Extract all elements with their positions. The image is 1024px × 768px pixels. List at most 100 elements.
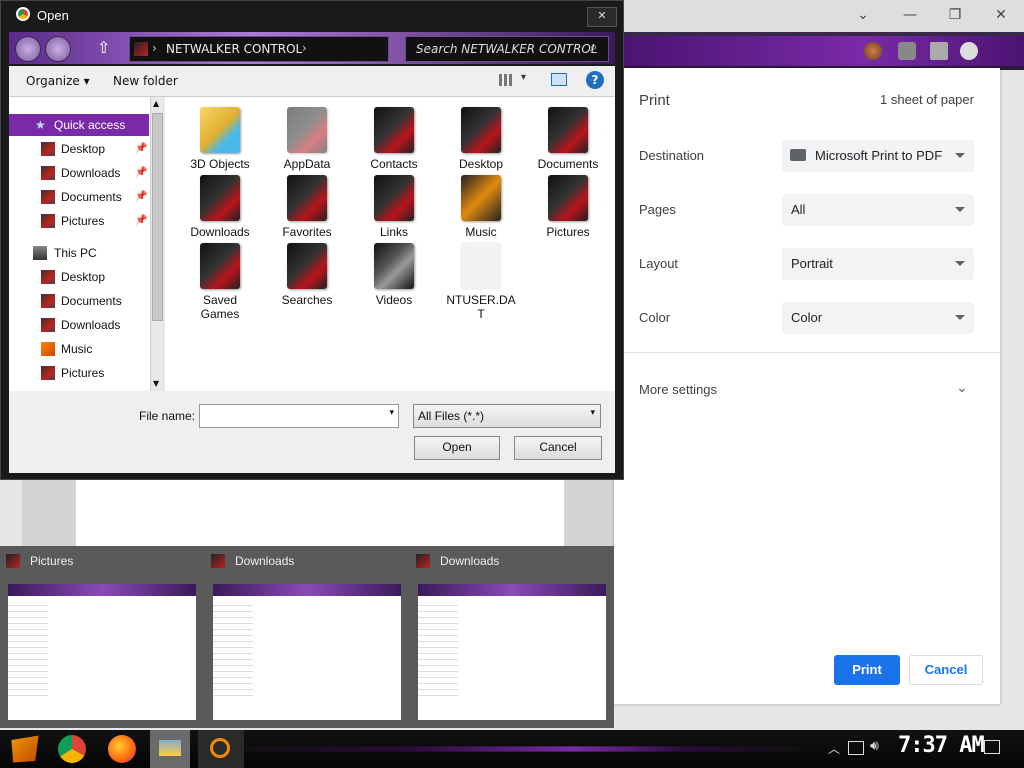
up-arrow-icon[interactable]: ⇧ — [97, 38, 110, 57]
minimize-icon[interactable]: — — [895, 4, 925, 26]
profile-avatar-icon[interactable] — [864, 42, 882, 60]
file-item[interactable]: AppData — [271, 107, 343, 171]
layout-select[interactable]: Portrait — [782, 248, 974, 280]
file-label: Contacts — [370, 157, 418, 171]
file-item[interactable]: Desktop — [445, 107, 517, 171]
nav-pc-pictures[interactable]: Pictures — [9, 362, 149, 384]
back-icon[interactable] — [15, 36, 41, 62]
filename-input[interactable]: ▾ — [199, 404, 399, 428]
file-item[interactable]: Contacts — [358, 107, 430, 171]
nav-pc-documents[interactable]: Documents — [9, 290, 149, 312]
taskbar-theme-band — [240, 746, 800, 752]
nav-this-pc[interactable]: This PC — [9, 242, 149, 264]
nav-documents[interactable]: Documents 📌 — [9, 186, 149, 208]
file-item[interactable]: Favorites — [271, 175, 343, 239]
scroll-up-icon[interactable]: ▲ — [153, 99, 159, 108]
chevron-up-icon[interactable]: ︿ — [828, 740, 840, 757]
folder-icon — [41, 318, 55, 332]
more-settings[interactable]: More settings — [639, 382, 717, 397]
scroll-down-icon[interactable]: ▼ — [153, 379, 159, 388]
folder-icon — [41, 190, 55, 204]
nav-scrollbar[interactable]: ▲ ▼ — [150, 97, 165, 391]
thumbnail-title: Pictures — [30, 554, 74, 568]
cancel-button[interactable]: Cancel — [909, 655, 983, 685]
network-icon[interactable] — [848, 741, 864, 755]
folder-icon — [416, 554, 430, 568]
nav-label: Pictures — [61, 214, 105, 228]
print-button[interactable]: Print — [834, 655, 900, 685]
destination-select[interactable]: Microsoft Print to PDF — [782, 140, 974, 172]
notifications-icon[interactable] — [984, 740, 1000, 754]
nav-label: Pictures — [61, 366, 105, 380]
address-path[interactable]: › NETWALKER CONTROL › — [129, 36, 389, 62]
taskbar: ︿ 🔊︎ 7:37 AM — [0, 730, 1024, 768]
volume-icon[interactable]: 🔊︎ — [870, 738, 879, 754]
file-label: Music — [465, 225, 497, 239]
cancel-button[interactable]: Cancel — [514, 436, 602, 460]
account-icon[interactable] — [960, 42, 978, 60]
nav-desktop[interactable]: Desktop 📌 — [9, 138, 149, 160]
color-label: Color — [639, 310, 671, 325]
pages-select[interactable]: All — [782, 194, 974, 226]
restore-icon[interactable]: ❐ — [940, 4, 970, 26]
search-icon[interactable] — [198, 730, 244, 768]
open-button[interactable]: Open — [414, 436, 500, 460]
new-folder-button[interactable]: New folder — [113, 74, 178, 88]
file-label: NTUSER.DAT — [446, 293, 516, 321]
folder-icon — [287, 107, 327, 153]
file-item[interactable]: Saved Games — [184, 243, 256, 321]
file-item[interactable]: Links — [358, 175, 430, 239]
file-label: Links — [379, 225, 408, 239]
file-label: Downloads — [190, 225, 250, 239]
search-input[interactable]: Search NETWALKER CONTROL ⌕ — [405, 36, 609, 62]
chevron-down-icon: ▾ — [590, 408, 595, 418]
chevron-down-icon[interactable]: ▾ — [521, 72, 526, 83]
file-item[interactable]: Videos — [358, 243, 430, 307]
file-item[interactable]: Searches — [271, 243, 343, 307]
help-icon[interactable]: ? — [586, 71, 604, 89]
preview-pane-icon[interactable] — [551, 73, 567, 86]
close-icon[interactable]: ✕ — [986, 4, 1016, 26]
nav-pictures[interactable]: Pictures 📌 — [9, 210, 149, 232]
extensions-icon[interactable] — [898, 42, 916, 60]
documents-folder-icon — [548, 107, 588, 153]
nav-pc-desktop[interactable]: Desktop — [9, 266, 149, 288]
file-item[interactable]: Music — [445, 175, 517, 239]
file-item[interactable]: 3D Objects — [184, 107, 256, 171]
organize-button[interactable]: Organize ▾ — [26, 74, 90, 88]
file-item[interactable]: Downloads — [184, 175, 256, 239]
nav-pc-music[interactable]: Music — [9, 338, 149, 360]
clock[interactable]: 7:37 AM — [898, 733, 985, 758]
nav-pc-downloads[interactable]: Downloads — [9, 314, 149, 336]
thumbnail-window[interactable]: Downloads — [410, 546, 606, 728]
nav-label: Downloads — [61, 166, 121, 180]
color-select[interactable]: Color — [782, 302, 974, 334]
file-item[interactable]: Documents — [532, 107, 604, 171]
chevron-down-icon[interactable]: ⌄ — [956, 380, 968, 396]
start-icon[interactable] — [11, 735, 39, 763]
explorer-icon[interactable] — [150, 730, 190, 768]
filetype-select[interactable]: All Files (*.*) ▾ — [413, 404, 601, 428]
nav-quick-access[interactable]: ★ Quick access — [9, 114, 149, 136]
close-button[interactable]: ✕ — [587, 7, 617, 27]
thumbnail-window[interactable]: Downloads — [205, 546, 401, 728]
thumbnail-preview — [418, 584, 606, 720]
thumbnail-window[interactable]: Pictures — [0, 546, 196, 728]
file-item[interactable]: Pictures — [532, 175, 604, 239]
file-item[interactable]: NTUSER.DAT — [445, 243, 517, 321]
pin-icon: 📌 — [135, 143, 148, 154]
chevron-down-icon[interactable]: ⌄ — [848, 4, 878, 26]
print-title: Print — [639, 92, 670, 109]
chevron-down-icon[interactable]: ▾ — [389, 408, 394, 418]
chrome-icon[interactable] — [58, 735, 86, 763]
magnifier-icon — [210, 738, 230, 758]
firefox-icon[interactable] — [108, 735, 136, 763]
view-options-icon[interactable] — [499, 74, 513, 86]
nav-downloads[interactable]: Downloads 📌 — [9, 162, 149, 184]
star-icon: ★ — [35, 118, 46, 132]
chevron-down-icon — [955, 261, 965, 266]
forward-icon[interactable] — [45, 36, 71, 62]
scroll-thumb[interactable] — [152, 113, 163, 321]
sidebar-icon[interactable] — [930, 42, 948, 60]
file-label: Desktop — [458, 157, 504, 171]
